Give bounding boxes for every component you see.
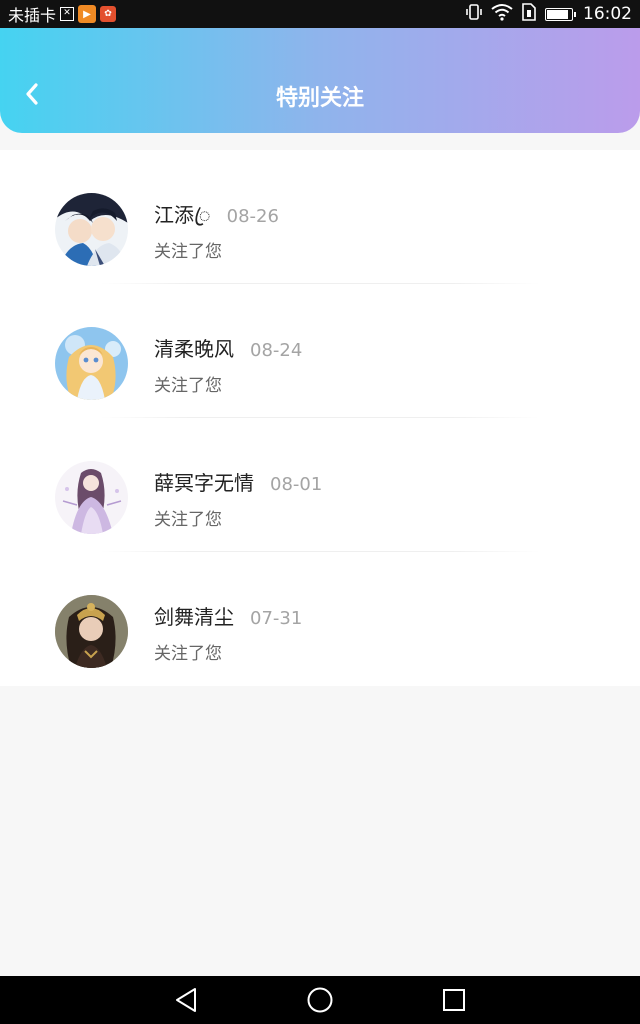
list-item[interactable]: 清柔晚风 08-24 关注了您: [0, 284, 640, 418]
battery-level: [547, 9, 569, 19]
status-right: 16:02: [465, 3, 632, 25]
video-app-icon: ▶: [78, 5, 97, 23]
sim-icon: [521, 3, 537, 25]
avatar[interactable]: [55, 461, 128, 534]
avatar[interactable]: [55, 193, 128, 266]
vibrate-icon: [465, 3, 483, 25]
follow-list: 江添ꦿ 08-26 关注了您 清柔晚风 08-24 关注了您 薛冥字无情 08-…: [0, 150, 640, 686]
list-item[interactable]: 剑舞清尘 07-31 关注了您: [0, 552, 640, 686]
carrier-text: 未插卡: [8, 6, 57, 25]
system-nav-bar: [0, 976, 640, 1024]
follow-date: 08-24: [250, 340, 303, 361]
follow-date: 07-31: [250, 608, 303, 629]
square-recent-icon: [443, 989, 465, 1011]
page-title: 特别关注: [275, 86, 364, 111]
follow-date: 08-01: [270, 474, 323, 495]
item-name-row: 剑舞清尘 07-31: [154, 601, 302, 630]
status-bar: 未插卡 ✕ ▶ ✿ 16:02: [0, 0, 640, 28]
nav-home-button[interactable]: [303, 983, 337, 1017]
follow-description: 关注了您: [154, 242, 222, 262]
item-name-row: 薛冥字无情 08-01: [154, 467, 322, 496]
status-left: 未插卡 ✕ ▶ ✿: [8, 2, 117, 26]
avatar[interactable]: [55, 327, 128, 400]
list-item[interactable]: 江添ꦿ 08-26 关注了您: [0, 150, 640, 284]
avatar[interactable]: [55, 595, 128, 668]
nav-back-button[interactable]: [169, 983, 203, 1017]
status-time: 16:02: [583, 4, 632, 24]
triangle-back-icon: [176, 988, 196, 1012]
screenshot-icon: ✕: [60, 7, 75, 21]
follow-description: 关注了您: [154, 644, 222, 664]
follow-description: 关注了您: [154, 510, 222, 530]
username: 薛冥字无情: [154, 471, 254, 495]
wifi-icon: [491, 3, 513, 25]
item-name-row: 江添ꦿ 08-26: [154, 199, 279, 241]
username: 剑舞清尘: [154, 605, 234, 629]
follow-date: 08-26: [226, 206, 279, 227]
page-header: 特别关注: [0, 28, 640, 133]
circle-home-icon: [307, 987, 333, 1013]
item-name-row: 清柔晚风 08-24: [154, 333, 302, 362]
username: 江添ꦿ: [154, 203, 211, 227]
follow-description: 关注了您: [154, 376, 222, 396]
nav-recent-button[interactable]: [437, 983, 471, 1017]
battery-icon: [545, 7, 576, 21]
username: 清柔晚风: [154, 337, 234, 361]
list-item[interactable]: 薛冥字无情 08-01 关注了您: [0, 418, 640, 552]
huawei-app-icon: ✿: [100, 6, 117, 22]
